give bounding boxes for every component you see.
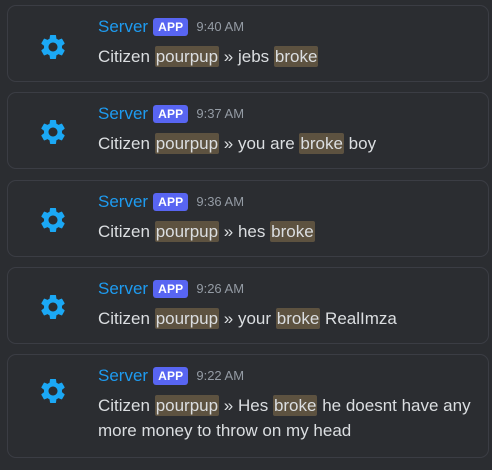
message-content: Citizen pourpup » hes broke — [98, 219, 474, 244]
highlighted-word: pourpup — [154, 133, 220, 154]
message-header: Server APP 9:40 AM — [98, 16, 244, 38]
highlighted-word: pourpup — [154, 395, 220, 416]
message-card[interactable]: Server APP 9:26 AM Citizen pourpup » you… — [7, 267, 489, 344]
app-badge: APP — [153, 280, 189, 298]
author-name[interactable]: Server — [98, 278, 148, 300]
message-card[interactable]: Server APP 9:40 AM Citizen pourpup » jeb… — [7, 5, 489, 82]
message-content: Citizen pourpup » your broke RealImza — [98, 306, 474, 331]
gear-icon[interactable] — [38, 205, 68, 235]
message-text: » hes — [219, 222, 271, 241]
message-card[interactable]: Server APP 9:36 AM Citizen pourpup » hes… — [7, 180, 489, 257]
message-text: » your — [219, 309, 276, 328]
message-header: Server APP 9:26 AM — [98, 278, 244, 300]
highlighted-word: broke — [272, 395, 318, 416]
message-card[interactable]: Server APP 9:22 AM Citizen pourpup » Hes… — [7, 354, 489, 458]
gear-icon[interactable] — [38, 117, 68, 147]
message-header: Server APP 9:37 AM — [98, 103, 244, 125]
message-text: Citizen — [98, 309, 155, 328]
app-badge: APP — [153, 367, 189, 385]
highlighted-word: broke — [299, 133, 344, 154]
message-header: Server APP 9:22 AM — [98, 365, 244, 387]
highlighted-word: broke — [275, 308, 321, 329]
timestamp[interactable]: 9:40 AM — [196, 16, 244, 38]
message-content: Citizen pourpup » Hes broke he doesnt ha… — [98, 393, 474, 443]
author-name[interactable]: Server — [98, 16, 148, 38]
timestamp[interactable]: 9:37 AM — [196, 103, 244, 125]
message-feed: Server APP 9:40 AM Citizen pourpup » jeb… — [0, 0, 492, 470]
message-text: RealImza — [320, 309, 397, 328]
gear-icon[interactable] — [38, 376, 68, 406]
message-text: » you are — [219, 134, 300, 153]
message-text: » Hes — [219, 396, 273, 415]
message-text: Citizen — [98, 222, 155, 241]
timestamp[interactable]: 9:36 AM — [196, 191, 244, 213]
highlighted-word: broke — [270, 221, 315, 242]
author-name[interactable]: Server — [98, 103, 148, 125]
message-text: » jebs — [219, 47, 274, 66]
highlighted-word: broke — [273, 46, 319, 67]
highlighted-word: pourpup — [154, 46, 220, 67]
highlighted-word: pourpup — [154, 308, 220, 329]
message-card[interactable]: Server APP 9:37 AM Citizen pourpup » you… — [7, 92, 489, 169]
timestamp[interactable]: 9:26 AM — [196, 278, 244, 300]
message-text: Citizen — [98, 396, 155, 415]
author-name[interactable]: Server — [98, 365, 148, 387]
message-text: Citizen — [98, 134, 155, 153]
message-header: Server APP 9:36 AM — [98, 191, 244, 213]
gear-icon[interactable] — [38, 32, 68, 62]
message-text: boy — [343, 134, 377, 153]
app-badge: APP — [153, 193, 189, 211]
author-name[interactable]: Server — [98, 191, 148, 213]
message-text: Citizen — [98, 47, 155, 66]
app-badge: APP — [153, 105, 189, 123]
timestamp[interactable]: 9:22 AM — [196, 365, 244, 387]
message-content: Citizen pourpup » jebs broke — [98, 44, 474, 69]
app-badge: APP — [153, 18, 189, 36]
message-content: Citizen pourpup » you are broke boy — [98, 131, 474, 156]
highlighted-word: pourpup — [154, 221, 220, 242]
gear-icon[interactable] — [38, 292, 68, 322]
